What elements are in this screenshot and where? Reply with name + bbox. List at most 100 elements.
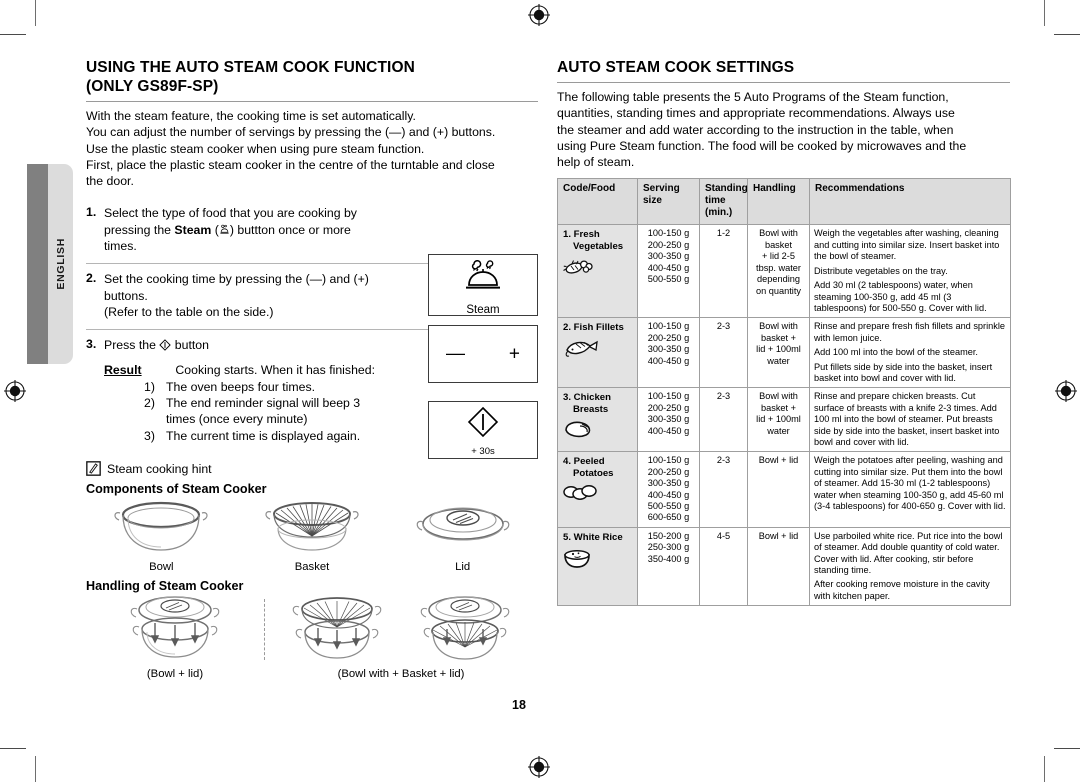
start-button-box[interactable]: + 30s: [428, 401, 538, 459]
code-food-line: 4. Peeled: [563, 456, 605, 468]
potatoes-icon: [563, 485, 597, 501]
serving-value: 150-200 g: [647, 530, 690, 541]
minus-button[interactable]: —: [446, 345, 465, 364]
step-3-line-1: Press the button: [104, 338, 209, 353]
intro-line-2: You can adjust the number of servings by…: [86, 125, 496, 140]
page-number: 18: [512, 698, 526, 712]
cell-handling: Bowl + lid: [747, 526, 810, 607]
recommendation-paragraph: Weigh the potatoes after peeling, washin…: [814, 455, 1006, 512]
vegetables-icon: [563, 260, 593, 275]
cell-standing-time: 1-2: [699, 224, 748, 319]
cell-handling: Bowl + lid: [747, 451, 810, 528]
handling-line: on quantity: [756, 285, 801, 296]
handling-bowl-lid: (Bowl + lid): [86, 595, 264, 680]
cell-handling: Bowl with basket + lid + 100ml water: [747, 317, 810, 389]
serving-value: 400-450 g: [647, 489, 690, 500]
th-code-food: Code/Food: [557, 178, 638, 226]
result-colon: :: [110, 362, 114, 377]
cell-serving-size: 100-150 g 200-250 g 300-350 g 400-450 g 500-…: [637, 224, 700, 319]
th-handling: Handling: [747, 178, 810, 226]
crop-mark-bottom-right-v: [1044, 756, 1045, 782]
result-label: Result: [104, 362, 142, 377]
crop-mark-top-left-h: [0, 34, 26, 35]
handling-heading: Handling of Steam Cooker: [86, 579, 244, 594]
handling-line: basket +: [761, 332, 796, 343]
cell-code-food: 1. Fresh Vegetables: [557, 224, 638, 319]
settings-intro-line-4: using Pure Steam function. The food will…: [557, 138, 967, 153]
component-lid: Lid: [387, 498, 538, 573]
settings-title-text: AUTO STEAM COOK SETTINGS: [557, 59, 795, 76]
table-row: 4. Peeled Potatoes 100-150 g 200-250 g 300-3…: [557, 451, 1011, 528]
handling-right-figs: [264, 595, 538, 667]
rice-bowl-icon: [564, 549, 590, 568]
serving-value: 200-250 g: [647, 466, 690, 477]
code-food-line: Vegetables: [573, 241, 624, 253]
crop-mark-top-right-h: [1054, 34, 1080, 35]
registration-mark-top: [528, 4, 550, 26]
cell-recommendations: Weigh the vegetables after washing, clea…: [809, 224, 1011, 319]
registration-mark-left: [4, 380, 26, 402]
lid-over-basket-bowl-icon: [420, 596, 510, 660]
th-standing-l2: time: [705, 195, 726, 207]
code-food-line: 5. White Rice: [563, 531, 623, 543]
serving-value: 250-300 g: [647, 542, 690, 553]
recommendation-paragraph: Put fillets side by side into the basket…: [814, 361, 993, 383]
handling-bowl-basket-lid: (Bowl with + Basket + lid): [264, 595, 538, 680]
steam-cooking-hint-text: Steam cooking hint: [107, 461, 212, 476]
page-title: USING THE AUTO STEAM COOK FUNCTION (ONLY…: [86, 58, 538, 102]
component-basket-caption: Basket: [294, 561, 330, 574]
steam-button-box[interactable]: Steam: [428, 254, 538, 316]
th-standing-l3: (min.): [705, 207, 733, 219]
start-diamond-icon: [467, 406, 499, 438]
handling-line: water: [767, 355, 790, 366]
th-handling-l1: Handling: [753, 183, 796, 195]
rice-bowl-icon: [563, 547, 633, 569]
language-tab-dark-strip: [27, 164, 48, 364]
language-tab-label-wrap: ENGLISH: [48, 164, 73, 364]
crop-mark-top-left-v: [35, 0, 36, 26]
steam-button-caption: Steam: [466, 304, 500, 316]
result-item-1-marker: 1): [144, 379, 155, 394]
intro-paragraph: With the steam feature, the cooking time…: [86, 108, 538, 189]
table-row: 5. White Rice 150-200 g 250-300 g 350-400 g…: [557, 526, 1011, 607]
cell-handling: Bowl with basket + lid + 100ml water: [747, 387, 810, 453]
recommendation-paragraph: Rinse and prepare fresh fish fillets and…: [814, 321, 1005, 343]
cell-recommendations: Weigh the potatoes after peeling, washin…: [809, 451, 1011, 528]
cell-serving-size: 100-150 g 200-250 g 300-350 g 400-450 g: [637, 317, 700, 389]
plus-minus-button-box[interactable]: — +: [428, 325, 538, 383]
fish-icon: [563, 337, 633, 359]
components-figure-row: Bowl Basket Lid: [86, 498, 538, 573]
serving-value: 100-150 g: [647, 228, 690, 239]
handling-line: Bowl + lid: [758, 455, 799, 466]
page-title-line1: USING THE AUTO STEAM COOK FUNCTION: [86, 59, 415, 76]
recommendation-paragraph: After cooking remove moisture in the cav…: [814, 579, 990, 601]
table-row: 2. Fish Fillets 100-150 g 200-250 g 300-350…: [557, 317, 1011, 389]
cell-standing-time: 2-3: [699, 387, 748, 453]
handling-divider: [264, 599, 265, 661]
cell-recommendations: Rinse and prepare chicken breasts. Cut s…: [809, 387, 1011, 453]
intro-line-5: the door.: [86, 174, 134, 189]
settings-title: AUTO STEAM COOK SETTINGS: [557, 58, 1010, 83]
th-recommendations-l1: Recommendations: [815, 183, 905, 195]
code-food-line: 2. Fish Fillets: [563, 322, 624, 334]
th-serving-l2: size: [643, 195, 662, 207]
note-pencil-icon: [86, 461, 101, 476]
chicken-icon: [565, 421, 591, 438]
lid-icon: [416, 507, 510, 541]
handling-line: + lid 2-5: [762, 251, 795, 262]
th-standing-l1: Standing: [705, 183, 748, 195]
step-3-number: 3.: [86, 337, 97, 352]
steam-dish-icon: [466, 260, 500, 289]
table-row: 3. Chicken Breasts 100-150 g 200-250 g 300-3…: [557, 387, 1011, 453]
serving-value: 100-150 g: [647, 321, 690, 332]
chicken-icon: [563, 419, 633, 439]
cell-code-food: 3. Chicken Breasts: [557, 387, 638, 453]
handling-bowl-lid-caption: (Bowl + lid): [146, 668, 204, 681]
cell-recommendations: Rinse and prepare fresh fish fillets and…: [809, 317, 1011, 389]
serving-value: 300-350 g: [647, 344, 690, 355]
page-title-line2: (ONLY GS89F-SP): [86, 78, 219, 95]
plus-button[interactable]: +: [509, 345, 520, 364]
code-food-line: 3. Chicken: [563, 392, 611, 404]
serving-value: 600-650 g: [647, 512, 690, 523]
th-serving-size: Serving size: [637, 178, 700, 226]
